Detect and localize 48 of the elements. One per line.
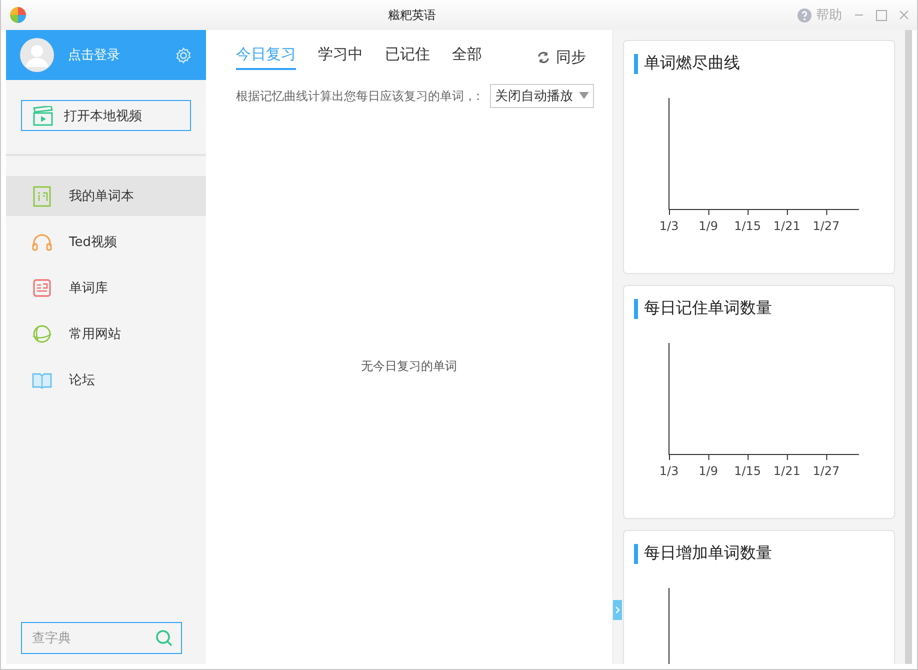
avatar-icon[interactable] (20, 38, 54, 72)
chart-title: 单词燃尽曲线 (644, 53, 740, 74)
empty-message: 无今日复习的单词 (361, 358, 457, 374)
maximize-icon[interactable] (876, 10, 887, 20)
sidebar-item[interactable]: 常用网站 (6, 314, 206, 354)
refresh-icon (537, 50, 550, 64)
video-icon (32, 106, 54, 126)
chart-title: 每日增加单词数量 (644, 543, 772, 564)
book-icon (31, 185, 53, 207)
axis-label: 1/3 (659, 464, 679, 478)
sidebar-item[interactable]: 单词库 (6, 268, 206, 308)
title-accent-bar (634, 54, 638, 74)
axis-label: 1/9 (698, 464, 718, 478)
chevron-right-icon (615, 606, 620, 614)
tab[interactable]: 已记住 (385, 44, 430, 70)
chart-title: 每日记住单词数量 (644, 298, 772, 319)
window-title: 糍粑英语 (387, 6, 437, 24)
axis-label: 1/27 (812, 219, 840, 233)
search-icon[interactable] (155, 629, 173, 647)
close-icon[interactable] (899, 10, 909, 20)
sync-button[interactable]: 同步 (531, 46, 592, 68)
tab[interactable]: 学习中 (318, 44, 363, 70)
globe-icon (31, 323, 53, 345)
sidebar-item[interactable]: Ted视频 (6, 222, 206, 262)
headphones-icon (31, 231, 53, 253)
help-icon[interactable] (797, 8, 812, 22)
axis-label: 1/21 (773, 464, 800, 478)
open-local-video-button[interactable]: 打开本地视频 (21, 100, 191, 131)
expand-handle[interactable] (613, 600, 622, 620)
sidebar-item[interactable]: 论坛 (6, 360, 206, 400)
sidebar-item[interactable]: 我的单词本 (6, 176, 206, 216)
axis-label: 1/9 (698, 219, 718, 233)
settings-icon[interactable] (175, 46, 192, 64)
list-icon (31, 277, 53, 299)
axis-label: 1/21 (773, 219, 800, 233)
dictionary-search-field[interactable]: 查字典 (21, 622, 182, 654)
description-text: 根据记忆曲线计算出您每日应该复习的单词，: (236, 88, 480, 104)
tab[interactable]: 全部 (452, 44, 482, 70)
axis-label: 1/15 (734, 219, 762, 233)
axis-label: 1/3 (659, 219, 679, 233)
app-logo-icon (9, 6, 27, 24)
scrollbar[interactable] (905, 30, 912, 664)
title-accent-bar (634, 544, 638, 564)
axis-label: 1/27 (812, 464, 840, 478)
autoplay-dropdown[interactable]: 关闭自动播放 (490, 84, 594, 108)
dropdown-arrow-icon (579, 92, 590, 100)
axis-label: 1/15 (734, 464, 762, 478)
title-accent-bar (634, 298, 638, 318)
